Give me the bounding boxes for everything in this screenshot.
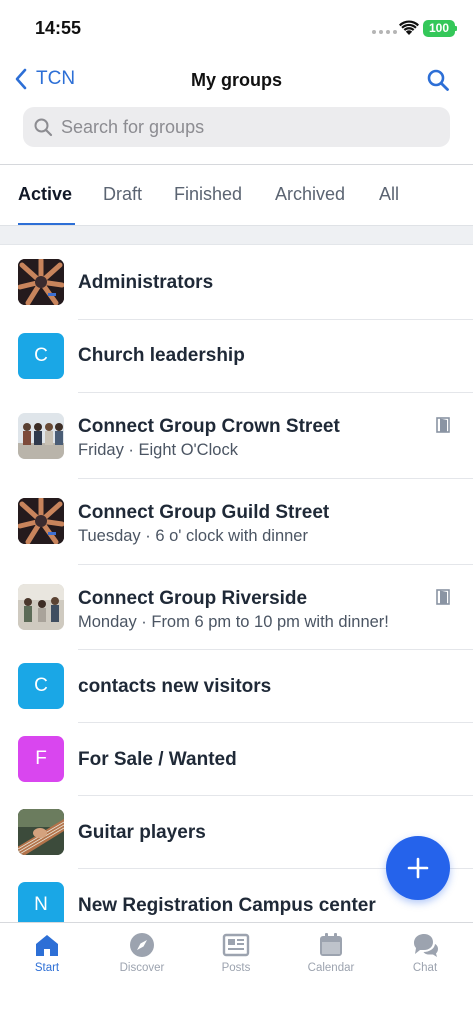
tab-label: Discover bbox=[119, 962, 165, 974]
group-row[interactable]: C contacts new visitors bbox=[0, 650, 473, 723]
tab-archived[interactable]: Archived bbox=[275, 184, 345, 205]
tab-discover[interactable]: Discover bbox=[97, 931, 187, 974]
group-title: Connect Group Riverside bbox=[78, 588, 308, 609]
search-icon bbox=[34, 118, 53, 137]
battery-indicator: 100 bbox=[423, 20, 455, 37]
tab-active[interactable]: Active bbox=[18, 184, 72, 205]
tab-calendar[interactable]: Calendar bbox=[286, 931, 376, 974]
group-avatar: F bbox=[18, 736, 64, 782]
chat-icon bbox=[414, 934, 438, 957]
tab-label: Calendar bbox=[307, 962, 355, 974]
tab-start[interactable]: Start bbox=[2, 931, 92, 974]
tab-label: Start bbox=[34, 962, 60, 974]
tab-label: Chat bbox=[412, 962, 438, 974]
group-row[interactable]: F For Sale / Wanted bbox=[0, 723, 473, 796]
group-row[interactable]: Administrators bbox=[0, 246, 473, 320]
wifi-icon bbox=[399, 20, 419, 35]
search-field[interactable] bbox=[23, 107, 450, 147]
group-avatar bbox=[18, 498, 64, 544]
add-group-button[interactable] bbox=[386, 836, 450, 900]
group-avatar: C bbox=[18, 663, 64, 709]
guitar-photo-image bbox=[18, 809, 64, 855]
group-subtitle: Friday · Eight O'Clock bbox=[78, 441, 238, 459]
group-title: Guitar players bbox=[78, 822, 206, 843]
group-avatar bbox=[18, 413, 64, 459]
status-time: 14:55 bbox=[35, 18, 82, 38]
group-row[interactable]: C Church leadership bbox=[0, 320, 473, 393]
plus-icon bbox=[407, 857, 429, 879]
hands-photo-image bbox=[18, 259, 64, 305]
group-avatar bbox=[18, 584, 64, 630]
tab-finished[interactable]: Finished bbox=[174, 184, 242, 205]
group-row[interactable]: Connect Group Crown Street Friday · Eigh… bbox=[0, 393, 473, 479]
group-title: Administrators bbox=[78, 272, 214, 293]
compass-icon bbox=[130, 933, 154, 957]
nav-bar: TCN My groups bbox=[0, 56, 473, 104]
status-bar: 14:55 100 bbox=[0, 0, 473, 56]
people-photo-image bbox=[18, 584, 64, 630]
bottom-tab-bar: Start Discover Posts Calendar Chat bbox=[0, 922, 473, 1024]
tab-label: Posts bbox=[221, 962, 251, 974]
home-icon bbox=[36, 935, 58, 956]
search-icon[interactable] bbox=[426, 68, 450, 92]
group-title: For Sale / Wanted bbox=[78, 749, 237, 770]
group-title: Connect Group Guild Street bbox=[78, 502, 330, 523]
hands-photo-image bbox=[18, 498, 64, 544]
group-subtitle: Tuesday · 6 o' clock with dinner bbox=[78, 527, 308, 545]
tab-posts[interactable]: Posts bbox=[191, 931, 281, 974]
group-title: New Registration Campus center bbox=[78, 895, 376, 916]
people-photo-image bbox=[18, 413, 64, 459]
signal-icon bbox=[372, 30, 397, 34]
group-avatar bbox=[18, 259, 64, 305]
group-title: Connect Group Crown Street bbox=[78, 416, 340, 437]
page-title: My groups bbox=[190, 70, 282, 90]
group-title: Church leadership bbox=[78, 345, 245, 366]
tab-draft[interactable]: Draft bbox=[103, 184, 142, 205]
door-icon bbox=[436, 589, 450, 605]
tab-chat[interactable]: Chat bbox=[380, 931, 470, 974]
newspaper-icon bbox=[222, 933, 250, 957]
group-avatar: N bbox=[18, 882, 64, 923]
group-row[interactable]: Connect Group Guild Street Tuesday · 6 o… bbox=[0, 479, 473, 565]
search-input[interactable] bbox=[61, 116, 421, 138]
door-icon bbox=[436, 417, 450, 433]
group-title: contacts new visitors bbox=[78, 676, 272, 697]
group-subtitle: Monday · From 6 pm to 10 pm with dinner! bbox=[78, 613, 389, 631]
section-separator bbox=[0, 225, 473, 245]
group-avatar bbox=[18, 809, 64, 855]
group-avatar: C bbox=[18, 333, 64, 379]
calendar-icon bbox=[320, 933, 342, 956]
battery-tip bbox=[455, 26, 457, 31]
tab-all[interactable]: All bbox=[379, 184, 399, 205]
group-row[interactable]: Connect Group Riverside Monday · From 6 … bbox=[0, 565, 473, 650]
status-tabs: Active Draft Finished Archived All bbox=[0, 165, 473, 225]
